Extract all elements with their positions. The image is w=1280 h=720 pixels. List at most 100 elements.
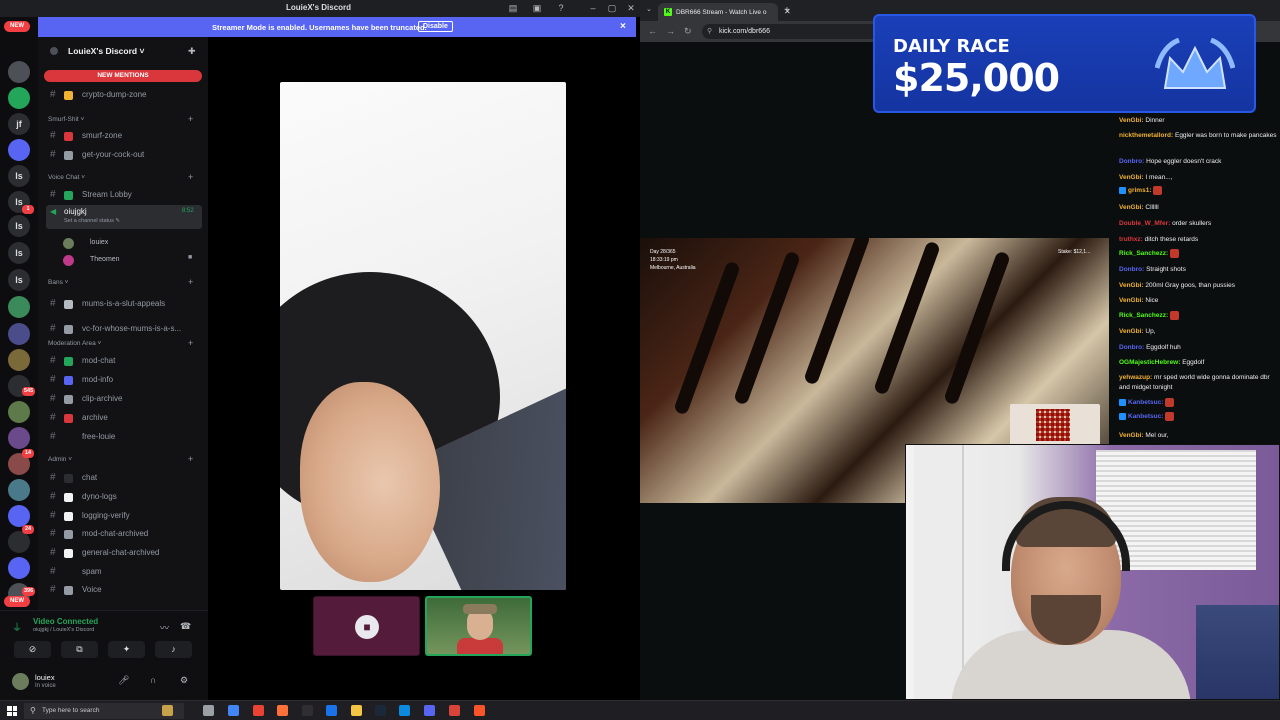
chat-username[interactable]: VenGbi: <box>1119 174 1145 181</box>
gear-icon[interactable]: ⚙ <box>180 675 188 686</box>
channel-item[interactable]: # Voice <box>46 582 202 598</box>
server-icon[interactable] <box>8 349 30 371</box>
video-thumbnail-self[interactable]: ■ <box>313 596 420 656</box>
server-icon[interactable] <box>8 505 30 527</box>
channel-item[interactable]: # mums-is-a-slut-appeals <box>46 296 202 312</box>
server-icon[interactable]: ls <box>8 242 30 264</box>
channel-category[interactable]: Smurf-Shit ˅ <box>48 116 84 123</box>
disconnect-icon[interactable]: ☎ <box>180 621 191 632</box>
chat-username[interactable]: VenGbi: <box>1119 432 1145 439</box>
app-icon[interactable] <box>449 705 460 716</box>
obs-icon[interactable] <box>302 705 313 716</box>
back-icon[interactable]: ← <box>648 26 657 36</box>
channel-item[interactable]: # vc-for-whose-mums-is-a-s... <box>46 321 202 337</box>
disable-button[interactable]: Disable <box>418 21 453 32</box>
server-icon[interactable] <box>8 323 30 345</box>
new-mentions-button[interactable]: NEW MENTIONS <box>44 70 202 82</box>
daily-race-banner[interactable]: DAILY RACE $25,000 <box>873 14 1256 113</box>
server-icon[interactable] <box>8 61 30 83</box>
chat-username[interactable]: Donbro: <box>1119 344 1146 351</box>
maximize-icon[interactable]: ▢ <box>607 3 617 13</box>
chat-username[interactable]: VenGbi: <box>1119 204 1145 211</box>
explorer-icon[interactable] <box>351 705 362 716</box>
main-video-tile[interactable] <box>280 82 566 590</box>
tab-kick[interactable]: K DBR666 Stream - Watch Live o ✕ <box>658 3 791 21</box>
video-thumbnail-user[interactable] <box>425 596 532 656</box>
channel-category[interactable]: Bans ˅ <box>48 279 68 286</box>
close-icon[interactable]: ✕ <box>626 3 636 13</box>
task-view-icon[interactable] <box>203 705 214 716</box>
voice-status[interactable]: Video Connected <box>33 617 98 626</box>
channel-item[interactable]: # spam <box>46 564 202 580</box>
server-icon[interactable] <box>8 296 30 318</box>
inbox-icon[interactable]: ▤ <box>508 3 518 13</box>
banner-close-icon[interactable]: × <box>620 21 626 32</box>
invite-icon[interactable]: ✚ <box>188 46 196 57</box>
add-channel-icon[interactable]: + <box>188 277 193 287</box>
reload-icon[interactable]: ↻ <box>684 26 692 37</box>
chat-username[interactable]: grims1: <box>1128 187 1153 194</box>
screen-icon[interactable]: ▣ <box>532 3 542 13</box>
server-icon[interactable] <box>8 139 30 161</box>
channel-category[interactable]: Voice Chat ˅ <box>48 174 85 181</box>
chat-username[interactable]: Donbro: <box>1119 266 1146 273</box>
server-icon[interactable]: ls <box>8 269 30 291</box>
discord-icon[interactable] <box>424 705 435 716</box>
server-icon[interactable]: jf <box>8 113 30 135</box>
chat-username[interactable]: OGMajesticHebrew: <box>1119 359 1182 366</box>
tab-menu-icon[interactable]: ⌄ <box>646 5 652 13</box>
brave-icon[interactable] <box>474 705 485 716</box>
server-icon[interactable] <box>8 427 30 449</box>
chat-username[interactable]: yehwazup: <box>1119 374 1154 381</box>
channel-item[interactable]: # crypto-dump-zone <box>46 87 202 103</box>
chat-username[interactable]: VenGbi: <box>1119 117 1145 124</box>
server-icon[interactable]: ls <box>8 165 30 187</box>
channel-item[interactable]: # free-louie <box>46 429 202 445</box>
chat-username[interactable]: Rick_Sanchezz: <box>1119 250 1170 257</box>
server-icon[interactable]: ls <box>8 215 30 237</box>
channel-item[interactable]: # Stream Lobby <box>46 187 202 203</box>
microphone-icon[interactable]: 🎤︎ <box>118 675 129 686</box>
chat-username[interactable]: Double_W_Mfer: <box>1119 220 1172 227</box>
channel-item[interactable]: # smurf-zone <box>46 128 202 144</box>
app-icon[interactable] <box>326 705 337 716</box>
server-icon[interactable] <box>8 401 30 423</box>
server-icon[interactable] <box>8 557 30 579</box>
chat-username[interactable]: truthxz: <box>1119 236 1145 243</box>
channel-item[interactable]: # clip-archive <box>46 391 202 407</box>
server-icon[interactable] <box>8 479 30 501</box>
add-channel-icon[interactable]: + <box>188 454 193 464</box>
soundboard-button[interactable]: ♪ <box>155 641 192 658</box>
site-info-icon[interactable]: ⚲ <box>707 27 712 35</box>
signal-icon[interactable]: ⏚ <box>12 619 22 634</box>
edge-icon[interactable] <box>399 705 410 716</box>
channel-item[interactable]: # general-chat-archived <box>46 545 202 561</box>
channel-item[interactable]: # mod-chat-archived <box>46 526 202 542</box>
share-screen-button[interactable]: ⧉ <box>61 641 98 658</box>
add-channel-icon[interactable]: + <box>188 114 193 124</box>
video-off-button[interactable]: ⊘ <box>14 641 51 658</box>
chat-username[interactable]: Donbro: <box>1119 158 1146 165</box>
steam-icon[interactable] <box>375 705 386 716</box>
taskbar-search[interactable]: ⚲ Type here to search <box>24 703 184 719</box>
minimize-icon[interactable]: – <box>588 3 598 13</box>
widgets-icon[interactable] <box>162 705 173 716</box>
forward-icon[interactable]: → <box>666 26 675 36</box>
headphones-icon[interactable]: ∩ <box>150 675 156 685</box>
chrome-icon[interactable] <box>228 705 239 716</box>
chat-username[interactable]: Kanbetsuc: <box>1128 399 1165 406</box>
activities-button[interactable]: ✦ <box>108 641 145 658</box>
channel-category[interactable]: Admin ˅ <box>48 456 72 463</box>
chat-username[interactable]: VenGbi: <box>1119 328 1145 335</box>
avatar[interactable] <box>12 673 29 690</box>
help-icon[interactable]: ? <box>556 3 566 13</box>
app-icon[interactable] <box>253 705 264 716</box>
channel-item[interactable]: # chat <box>46 470 202 486</box>
chat-username[interactable]: Kanbetsuc: <box>1128 413 1165 420</box>
noise-suppression-icon[interactable]: 〰 <box>160 621 169 634</box>
server-name[interactable]: LouieX's Discord ˅ <box>68 46 144 56</box>
channel-item[interactable]: # dyno-logs <box>46 489 202 505</box>
chat-username[interactable]: VenGbi: <box>1119 282 1145 289</box>
channel-category[interactable]: Moderation Area ˅ <box>48 340 101 347</box>
channel-item[interactable]: # archive <box>46 410 202 426</box>
